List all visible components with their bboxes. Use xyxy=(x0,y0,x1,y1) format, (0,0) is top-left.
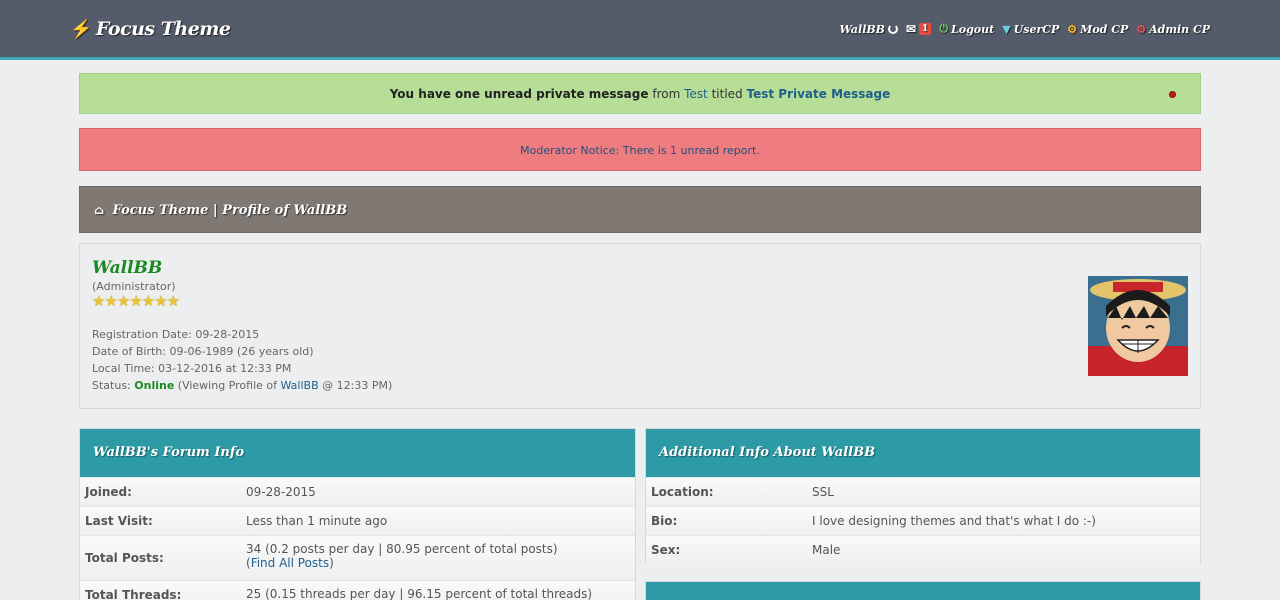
moderator-notice[interactable]: Moderator Notice: There is 1 unread repo… xyxy=(79,128,1201,171)
admincp-link[interactable]: ⚙ Admin CP xyxy=(1136,23,1210,36)
status-detail-pre: (Viewing Profile of xyxy=(177,379,277,392)
row-label: Total Posts: xyxy=(85,551,164,565)
moderator-notice-text[interactable]: Moderator Notice: There is 1 unread repo… xyxy=(520,144,760,157)
registration-date: Registration Date: 09-28-2015 xyxy=(92,328,260,341)
row-value: SSL xyxy=(812,485,834,499)
additional-info-title: Additional Info About WallBB xyxy=(646,429,1200,477)
row-value: 25 (0.15 threads per day | 96.15 percent… xyxy=(246,587,593,600)
profile-card: WallBB (Administrator) ★★★★★★★ Registrat… xyxy=(79,243,1201,409)
pm-link[interactable]: ✉ 1 xyxy=(905,22,932,36)
row-value: Male xyxy=(812,542,841,557)
pm-title-link[interactable]: Test Private Message xyxy=(746,87,890,101)
row-label: Joined: xyxy=(85,485,132,499)
row-label: Sex: xyxy=(651,542,681,557)
forum-info-title: WallBB's Forum Info xyxy=(80,429,635,477)
breadcrumb-home[interactable]: Focus Theme xyxy=(113,203,209,218)
status-user-link[interactable]: WallBB xyxy=(281,379,319,392)
row-label: Bio: xyxy=(651,514,678,528)
table-row: Sex: Male xyxy=(646,535,1200,563)
table-row: Bio: I love designing themes and that's … xyxy=(646,506,1200,535)
row-label: Total Threads: xyxy=(85,588,182,600)
site-logo[interactable]: ⚡ Focus Theme xyxy=(70,18,231,40)
table-row: Joined: 09-28-2015 xyxy=(80,477,635,506)
forum-info-panel: WallBB's Forum Info Joined: 09-28-2015 L… xyxy=(79,428,636,600)
total-posts-value: 34 (0.2 posts per day | 80.95 percent of… xyxy=(246,542,558,556)
pm-notice-titled: titled xyxy=(711,87,743,101)
rank-stars: ★★★★★★★ xyxy=(92,292,180,310)
table-row: Total Posts: 34 (0.2 posts per day | 80.… xyxy=(80,535,635,580)
logout-label: Logout xyxy=(951,22,995,36)
top-nav: WallBB ✉ 1 ⏻ Logout ▼ UserCP ⚙ Mod CP ⚙ … xyxy=(840,22,1211,36)
date-of-birth: Date of Birth: 09-06-1989 (26 years old) xyxy=(92,345,314,358)
table-row: Last Visit: Less than 1 minute ago xyxy=(80,506,635,535)
status-line: Status: Online (Viewing Profile of WallB… xyxy=(92,377,1188,394)
pm-sender-link[interactable]: Test xyxy=(684,87,708,101)
loading-icon xyxy=(887,24,898,34)
lightning-icon: ⚡ xyxy=(70,18,92,40)
envelope-icon: ✉ xyxy=(905,22,917,36)
avatar xyxy=(1088,276,1188,376)
profile-details: Registration Date: 09-28-2015 Date of Bi… xyxy=(92,326,1188,394)
pm-notice-from: from xyxy=(652,87,681,101)
power-icon: ⏻ xyxy=(939,22,949,35)
profile-username: WallBB xyxy=(92,258,163,278)
header-bar: ⚡ Focus Theme WallBB ✉ 1 ⏻ Logout ▼ User… xyxy=(0,0,1280,60)
dismiss-icon[interactable] xyxy=(1169,91,1176,98)
row-label: Location: xyxy=(651,485,714,499)
admincp-label: Admin CP xyxy=(1149,22,1210,36)
row-value: 09-28-2015 xyxy=(246,485,316,499)
breadcrumb-current: Profile of WallBB xyxy=(222,203,348,218)
home-icon[interactable]: ⌂ xyxy=(94,203,104,217)
pm-notice: You have one unread private message from… xyxy=(79,73,1201,114)
next-panel xyxy=(645,581,1201,600)
modcp-label: Mod CP xyxy=(1080,22,1129,36)
username-link[interactable]: WallBB xyxy=(840,23,885,36)
status-online: Online xyxy=(134,379,175,392)
find-all-posts-link[interactable]: Find All Posts xyxy=(251,556,329,570)
pm-notice-text: You have one unread private message xyxy=(389,87,649,101)
modcp-link[interactable]: ⚙ Mod CP xyxy=(1067,23,1128,36)
logout-link[interactable]: ⏻ Logout xyxy=(939,22,994,36)
site-logo-text: Focus Theme xyxy=(95,18,231,40)
next-panel-header xyxy=(646,582,1200,600)
gears-icon: ⚙ xyxy=(1067,22,1078,36)
additional-info-panel: Additional Info About WallBB Location: S… xyxy=(645,428,1201,563)
breadcrumb-separator: | xyxy=(212,203,218,218)
row-value: 34 (0.2 posts per day | 80.95 percent of… xyxy=(246,536,635,580)
user-menu[interactable]: WallBB xyxy=(840,23,898,36)
pm-count-badge: 1 xyxy=(919,23,932,35)
local-time: Local Time: 03-12-2016 at 12:33 PM xyxy=(92,362,292,375)
table-row: Location: SSL xyxy=(646,477,1200,506)
filter-icon: ▼ xyxy=(1002,22,1011,36)
usercp-link[interactable]: ▼ UserCP xyxy=(1002,23,1059,36)
usercp-label: UserCP xyxy=(1013,22,1060,36)
find-posts-wrapper: (Find All Posts) xyxy=(246,556,334,570)
breadcrumb: ⌂ Focus Theme | Profile of WallBB xyxy=(79,186,1201,233)
table-row: Total Threads: 25 (0.15 threads per day … xyxy=(80,580,635,600)
status-detail-post: @ 12:33 PM) xyxy=(322,379,393,392)
status-label: Status: xyxy=(92,379,131,392)
row-label: Last Visit: xyxy=(85,514,153,528)
row-value: I love designing themes and that's what … xyxy=(812,514,1096,528)
gear-icon: ⚙ xyxy=(1136,22,1147,36)
row-value: Less than 1 minute ago xyxy=(246,514,388,528)
